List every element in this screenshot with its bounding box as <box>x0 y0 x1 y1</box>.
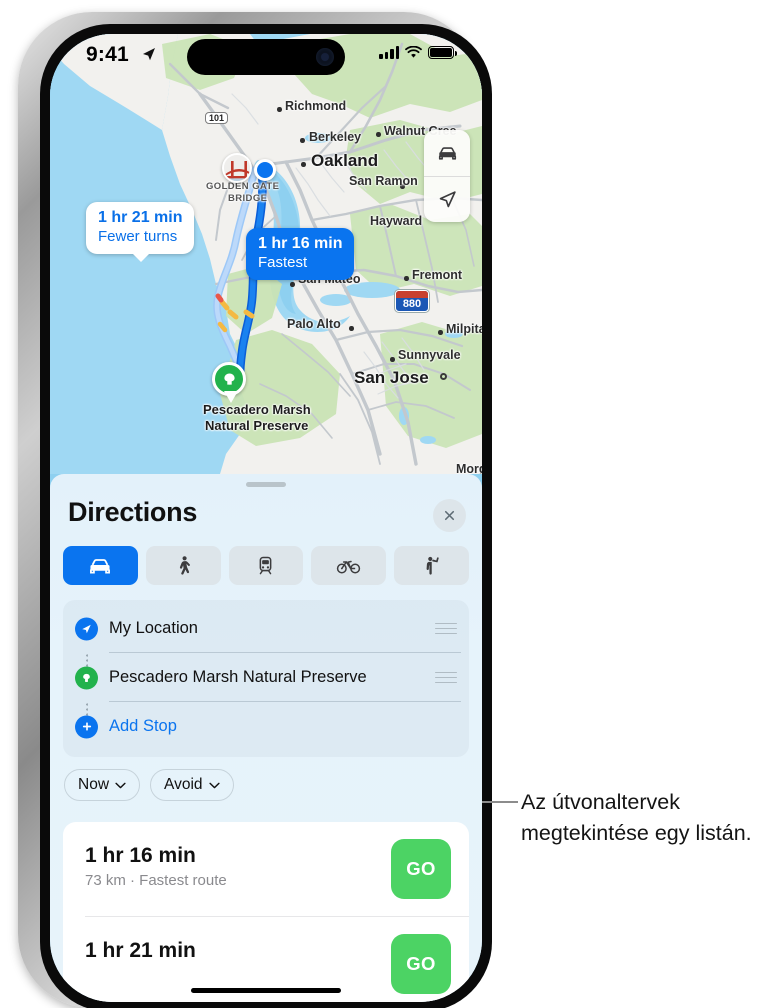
status-time: 9:41 <box>86 43 129 66</box>
walk-icon <box>179 556 190 575</box>
routes-list: 1 hr 16 min 73 km · Fastest route GO 1 h… <box>63 822 469 1002</box>
map-label-berkeley: Berkeley <box>309 130 362 144</box>
chevron-down-icon <box>115 782 126 788</box>
page-title: Directions <box>68 497 198 527</box>
map-view[interactable]: Richmond Berkeley Walnut Cree Oakland Sa… <box>50 34 482 474</box>
avoid-label: Avoid <box>164 776 203 793</box>
plus-glyph-icon <box>82 722 91 731</box>
route-options-chips: Now Avoid <box>64 769 234 801</box>
map-dot <box>404 276 409 281</box>
destination-pin-icon <box>75 666 98 689</box>
location-arrow-icon <box>82 624 91 633</box>
map-label-pescadero-line1: Pescadero Marsh <box>203 402 311 417</box>
depart-time-label: Now <box>78 776 110 793</box>
reorder-handle[interactable] <box>435 671 457 684</box>
my-location-dot <box>254 159 276 181</box>
map-label-milpitas: Milpitas <box>446 322 482 336</box>
directions-sheet: Directions My Location Pescadero Marsh N… <box>50 474 482 1002</box>
car-icon <box>90 558 111 573</box>
add-stop-row[interactable]: Add Stop <box>63 702 469 751</box>
home-indicator[interactable] <box>191 988 341 993</box>
map-dot <box>277 107 282 112</box>
dynamic-island <box>187 39 345 75</box>
map-label-golden-gate: GOLDEN GATE <box>206 181 280 192</box>
field-destination-label: Pescadero Marsh Natural Preserve <box>109 668 367 686</box>
map-label-bridge: BRIDGE <box>228 193 268 204</box>
location-arrow-icon <box>143 48 155 61</box>
mode-cycle[interactable] <box>311 546 387 585</box>
depart-time-chip[interactable]: Now <box>64 769 141 801</box>
map-dot <box>290 282 295 287</box>
map-dot <box>301 162 306 167</box>
highway-shield-880: 880 <box>395 290 429 312</box>
transport-mode-selector <box>63 546 469 585</box>
map-label-fremont: Fremont <box>412 268 462 282</box>
cellular-bars-icon <box>379 46 399 59</box>
golden-gate-bridge-icon <box>222 153 252 183</box>
route-row-1[interactable]: 1 hr 16 min 73 km · Fastest route GO <box>63 822 469 917</box>
route-bubble-time: 1 hr 21 min <box>98 209 183 226</box>
mode-drive[interactable] <box>63 546 138 585</box>
mode-transit[interactable] <box>228 546 304 585</box>
status-bar: 9:41 <box>50 34 482 80</box>
map-dot <box>390 357 395 362</box>
map-label-sunnyvale: Sunnyvale <box>398 348 461 362</box>
add-stop-label: Add Stop <box>109 717 177 735</box>
map-controls-stack <box>424 130 470 222</box>
front-camera-icon <box>316 48 334 66</box>
chevron-down-icon <box>208 782 220 788</box>
close-button[interactable] <box>433 499 466 532</box>
map-label-pescadero-line2: Natural Preserve <box>205 418 309 433</box>
screenshot-root: Az útvonaltervek megtekintése egy listán… <box>0 0 782 1008</box>
field-destination[interactable]: Pescadero Marsh Natural Preserve <box>63 653 469 702</box>
mode-rideshare[interactable] <box>394 546 469 585</box>
sheet-grabber[interactable] <box>246 482 286 487</box>
phone-screen: Richmond Berkeley Walnut Cree Oakland Sa… <box>50 34 482 1002</box>
go-button-1[interactable]: GO <box>391 839 451 899</box>
tree-pin-icon <box>83 673 90 682</box>
map-label-san-jose: San Jose <box>354 368 429 387</box>
go-button-2[interactable]: GO <box>391 934 451 994</box>
map-mode-driving-button[interactable] <box>424 130 470 176</box>
mode-walk[interactable] <box>145 546 221 585</box>
train-icon <box>260 556 272 575</box>
map-label-palo-alto: Palo Alto <box>287 317 341 331</box>
bicycle-icon <box>337 560 361 574</box>
annotation-callout-text: Az útvonaltervek megtekintése egy listán… <box>521 790 752 845</box>
avoid-options-chip[interactable]: Avoid <box>150 769 234 801</box>
destination-pin[interactable] <box>212 362 246 403</box>
map-dot <box>438 330 443 335</box>
wifi-icon <box>405 46 422 58</box>
map-dot <box>300 138 305 143</box>
route-bubble-time: 1 hr 16 min <box>258 235 343 252</box>
map-label-richmond: Richmond <box>285 99 347 113</box>
route-bubble-alternate[interactable]: 1 hr 21 min Fewer turns <box>86 202 195 262</box>
status-indicators <box>379 46 457 59</box>
map-label-morgan-hill: Morgan Hil <box>456 462 482 474</box>
phone-frame: Richmond Berkeley Walnut Cree Oakland Sa… <box>18 12 492 1008</box>
close-icon <box>444 510 455 521</box>
map-label-hayward: Hayward <box>370 214 423 228</box>
rideshare-icon <box>426 556 439 575</box>
route-bubble-fastest[interactable]: 1 hr 16 min Fastest <box>246 228 355 280</box>
map-dot <box>376 132 381 137</box>
map-dot <box>349 326 354 331</box>
map-label-san-ramon: San Ramon <box>349 174 418 188</box>
map-recenter-button[interactable] <box>424 176 470 222</box>
highway-shield-101: 101 <box>205 112 229 124</box>
my-location-icon <box>75 617 98 640</box>
plus-icon <box>75 715 98 738</box>
map-dot <box>440 373 447 380</box>
route-endpoints-group: My Location Pescadero Marsh Natural Pres… <box>63 600 469 757</box>
route-bubble-label: Fewer turns <box>98 227 178 245</box>
field-origin-label: My Location <box>109 619 198 637</box>
field-origin[interactable]: My Location <box>63 604 469 653</box>
route-bubble-label: Fastest <box>258 253 308 271</box>
reorder-handle[interactable] <box>435 622 457 635</box>
battery-icon <box>428 46 457 59</box>
map-label-oakland: Oakland <box>311 151 379 170</box>
